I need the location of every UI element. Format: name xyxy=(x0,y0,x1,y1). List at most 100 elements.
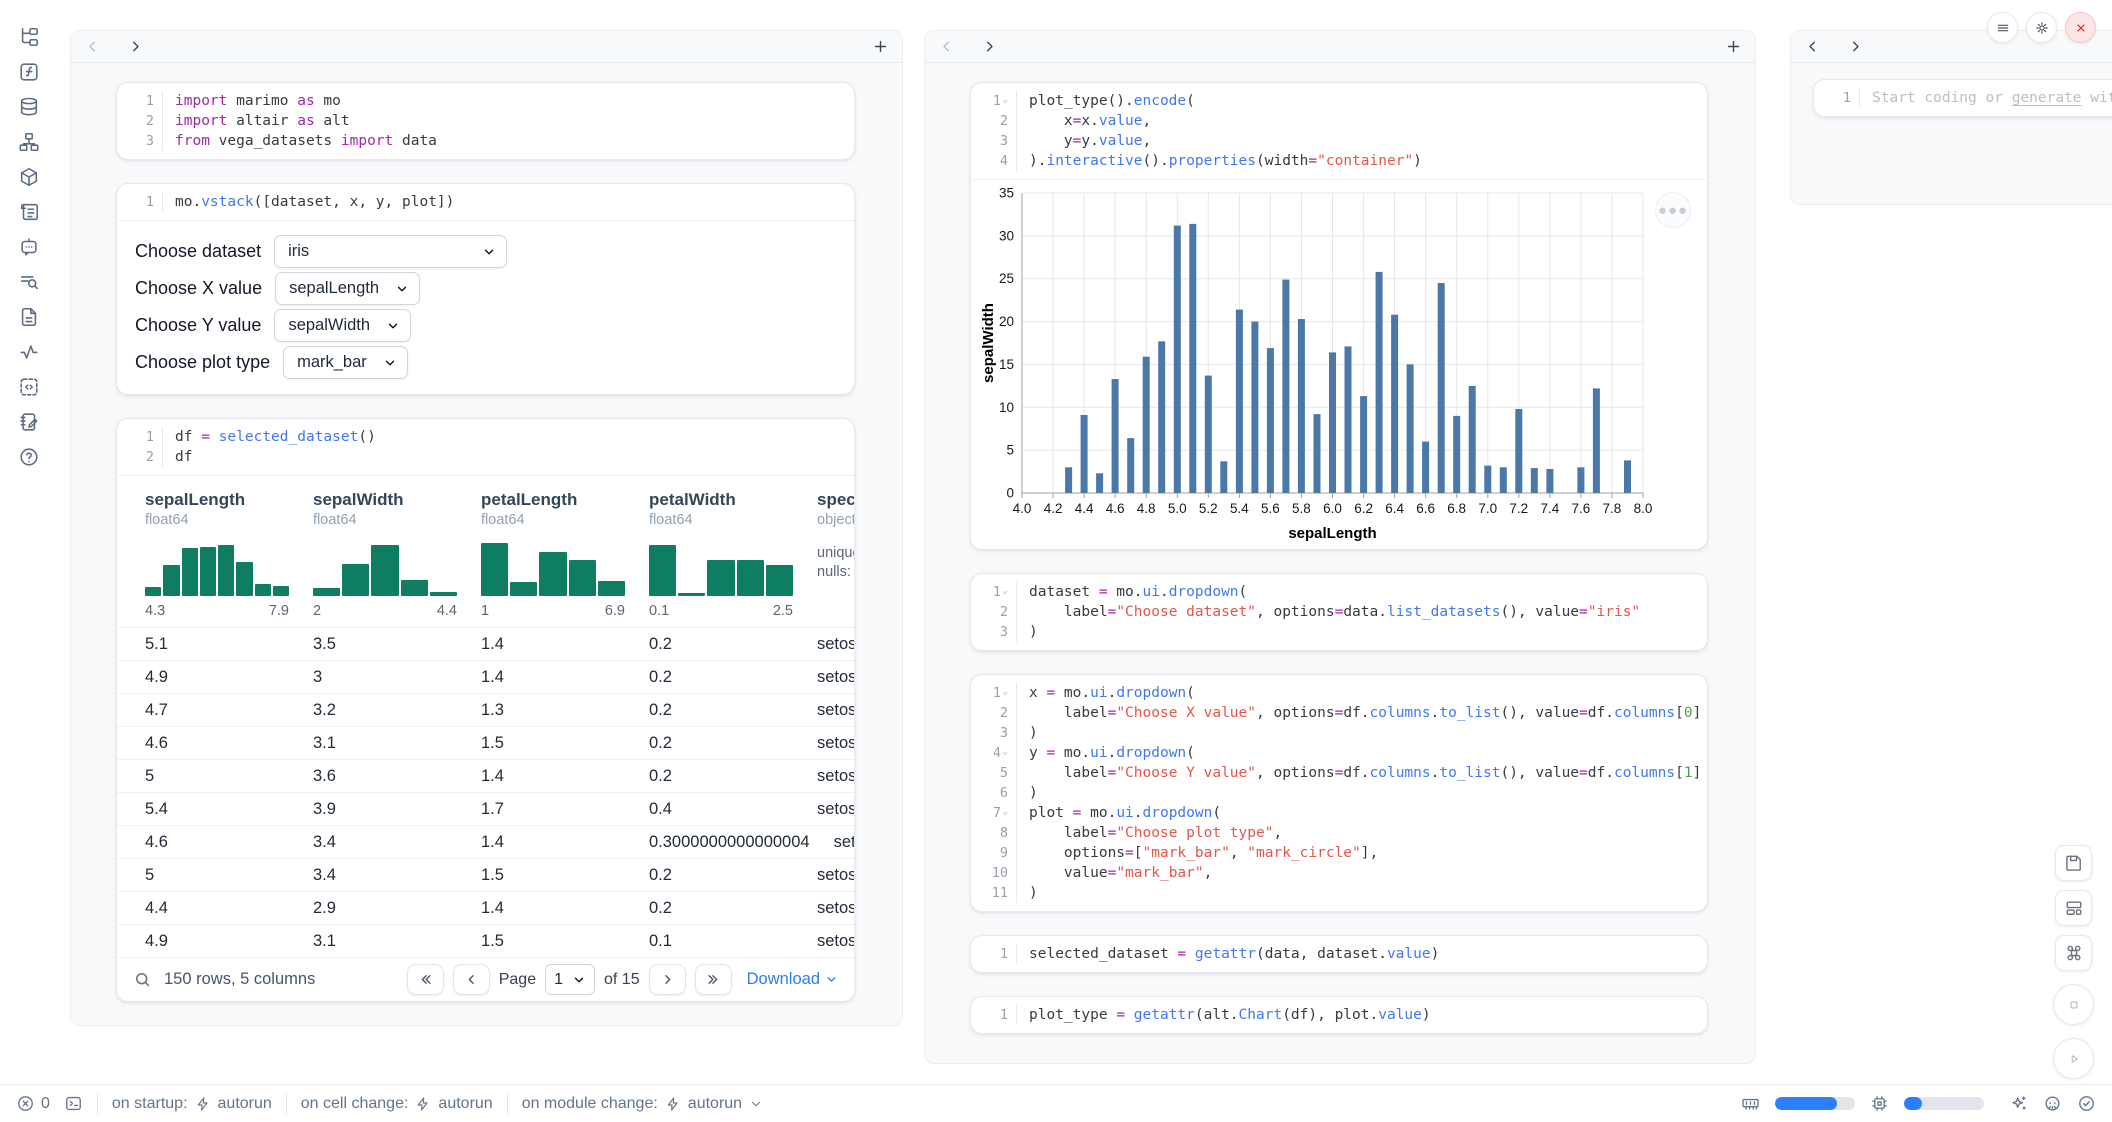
table-row[interactable]: 4.73.21.30.2setosa xyxy=(117,693,854,726)
chevron-left-icon[interactable] xyxy=(84,38,101,55)
packages-icon[interactable] xyxy=(15,164,43,190)
table-row[interactable]: 5.13.51.40.2setosa xyxy=(117,627,854,660)
save-icon[interactable] xyxy=(2055,845,2092,881)
help-icon[interactable] xyxy=(15,444,43,470)
add-cell-button[interactable] xyxy=(872,38,889,55)
add-cell-button[interactable] xyxy=(1725,38,1742,55)
table-row[interactable]: 4.931.40.2setosa xyxy=(117,660,854,693)
snippets-icon[interactable] xyxy=(15,374,43,400)
documentation-icon[interactable] xyxy=(15,304,43,330)
runtime-setting[interactable]: on module change:autorun xyxy=(522,1095,763,1113)
errors-badge[interactable]: 0 xyxy=(16,1094,50,1113)
cell-selected-dataset[interactable]: 1selected_dataset = getattr(data, datase… xyxy=(970,935,1708,973)
table-row[interactable]: 53.61.40.2setosa xyxy=(117,759,854,792)
fold-icon[interactable]: ⌄ xyxy=(1002,742,1008,762)
table-column-header[interactable]: sepalWidthfloat6424.4 xyxy=(301,490,469,619)
shutdown-icon[interactable] xyxy=(2065,12,2096,43)
code-line: 4⌄y = mo.ui.dropdown( xyxy=(971,743,1707,763)
table-row[interactable]: 4.42.91.40.2setosa xyxy=(117,891,854,924)
datasources-icon[interactable] xyxy=(15,94,43,120)
chevron-right-icon[interactable] xyxy=(127,38,144,55)
generate-link[interactable]: generate xyxy=(2012,90,2082,106)
ram-meter[interactable] xyxy=(1775,1097,1855,1110)
ram-meter-fill xyxy=(1775,1097,1837,1110)
svg-text:sepalLength: sepalLength xyxy=(1288,525,1376,542)
runtime-setting[interactable]: on cell change:autorun xyxy=(301,1095,493,1113)
svg-text:0: 0 xyxy=(1006,486,1014,501)
cell-dataframe[interactable]: 1df = selected_dataset()2df sepalLengthf… xyxy=(116,418,855,1002)
chevron-right-icon[interactable] xyxy=(981,38,998,55)
scratchpad-input[interactable]: Start coding or generate with AI xyxy=(1860,88,2112,108)
cell-xy-plot-dropdowns[interactable]: 1⌄x = mo.ui.dropdown(2 label="Choose X v… xyxy=(970,674,1708,912)
dependency-graph-icon[interactable] xyxy=(15,129,43,155)
cpu-meter[interactable] xyxy=(1904,1097,1984,1110)
code-editor[interactable]: 1df = selected_dataset()2df xyxy=(117,419,854,475)
dropdown-select-3[interactable]: mark_bar xyxy=(283,346,408,379)
scratchpad-icon[interactable] xyxy=(15,409,43,435)
column-minmax: 16.9 xyxy=(481,603,625,619)
cell-plot[interactable]: 1⌄plot_type().encode(2 x=x.value,3 y=y.v… xyxy=(970,82,1708,550)
check-circle-icon[interactable] xyxy=(2077,1094,2096,1113)
fold-icon[interactable]: ⌄ xyxy=(1002,581,1008,601)
logs-icon[interactable] xyxy=(15,199,43,225)
tracing-icon[interactable] xyxy=(15,339,43,365)
table-column-header[interactable]: speciesobjectunique:nulls: xyxy=(805,490,855,619)
line-number: 11 xyxy=(971,883,1017,903)
assistant-icon[interactable] xyxy=(2043,1094,2062,1113)
code-editor[interactable]: 1import marimo as mo2import altair as al… xyxy=(117,83,854,159)
next-page-button[interactable] xyxy=(649,964,686,995)
stop-icon[interactable] xyxy=(2053,984,2094,1025)
first-page-button[interactable] xyxy=(407,964,444,995)
table-row[interactable]: 5.43.91.70.4setosa xyxy=(117,792,854,825)
variables-icon[interactable] xyxy=(15,269,43,295)
chevron-left-icon[interactable] xyxy=(1804,38,1821,55)
page-select[interactable]: 1 xyxy=(545,964,595,995)
ai-chat-icon[interactable] xyxy=(15,234,43,260)
cell-imports[interactable]: 1import marimo as mo2import altair as al… xyxy=(116,82,855,160)
fold-icon[interactable]: ⌄ xyxy=(1002,682,1008,702)
file-explorer-icon[interactable] xyxy=(15,24,43,50)
dropdown-select-1[interactable]: sepalLength xyxy=(275,272,420,305)
table-row[interactable]: 4.93.11.50.1setosa xyxy=(117,924,854,957)
chart-svg[interactable]: 4.04.24.44.64.85.05.25.45.65.86.06.26.46… xyxy=(971,180,1708,550)
table-row[interactable]: 4.63.41.40.3000000000000004setosa xyxy=(117,825,854,858)
cell-plot-type[interactable]: 1plot_type = getattr(alt.Chart(df), plot… xyxy=(970,996,1708,1034)
chevron-left-icon[interactable] xyxy=(938,38,955,55)
download-button[interactable]: Download xyxy=(747,970,838,989)
table-column-header[interactable]: petalWidthfloat640.12.5 xyxy=(637,490,805,619)
code-editor[interactable]: 1selected_dataset = getattr(data, datase… xyxy=(971,936,1707,972)
prev-page-button[interactable] xyxy=(453,964,490,995)
scratchpad-cell[interactable]: 1 Start coding or generate with AI xyxy=(1813,79,2112,117)
search-icon[interactable] xyxy=(133,970,152,989)
sparkles-icon[interactable] xyxy=(2009,1094,2028,1113)
cell-vstack[interactable]: 1mo.vstack([dataset, x, y, plot]) Choose… xyxy=(116,183,855,395)
table-row[interactable]: 4.63.11.50.2setosa xyxy=(117,726,854,759)
code-editor[interactable]: 1mo.vstack([dataset, x, y, plot]) xyxy=(117,184,854,220)
table-column-header[interactable]: sepalLengthfloat644.37.9 xyxy=(133,490,301,619)
table-column-header[interactable]: petalLengthfloat6416.9 xyxy=(469,490,637,619)
functions-icon[interactable] xyxy=(15,59,43,85)
fold-icon[interactable]: ⌄ xyxy=(1002,90,1008,110)
code-editor[interactable]: 1⌄x = mo.ui.dropdown(2 label="Choose X v… xyxy=(971,675,1707,911)
cell-dataset-dropdown[interactable]: 1⌄dataset = mo.ui.dropdown(2 label="Choo… xyxy=(970,573,1708,651)
fold-icon[interactable]: ⌄ xyxy=(1002,802,1008,822)
chevron-right-icon[interactable] xyxy=(1847,38,1864,55)
layout-icon[interactable] xyxy=(2055,890,2092,926)
menu-icon[interactable] xyxy=(1987,12,2018,43)
terminal-icon[interactable] xyxy=(64,1094,83,1113)
runtime-setting[interactable]: on startup:autorun xyxy=(112,1095,272,1113)
code-editor[interactable]: 1⌄dataset = mo.ui.dropdown(2 label="Choo… xyxy=(971,574,1707,650)
chart-menu-button[interactable]: ●●● xyxy=(1655,192,1691,228)
last-page-button[interactable] xyxy=(695,964,732,995)
code-editor[interactable]: 1⌄plot_type().encode(2 x=x.value,3 y=y.v… xyxy=(971,83,1707,179)
dropdown-select-2[interactable]: sepalWidth xyxy=(274,309,411,342)
table-row[interactable]: 53.41.50.2setosa xyxy=(117,858,854,891)
command-icon[interactable] xyxy=(2055,935,2092,971)
gear-icon[interactable] xyxy=(2026,12,2057,43)
code-editor[interactable]: 1plot_type = getattr(alt.Chart(df), plot… xyxy=(971,997,1707,1033)
run-icon[interactable] xyxy=(2053,1038,2094,1079)
notebook-column-2: 1⌄plot_type().encode(2 x=x.value,3 y=y.v… xyxy=(924,30,1756,1064)
line-number: 1⌄ xyxy=(971,582,1017,602)
column-minmax: 24.4 xyxy=(313,603,457,619)
dropdown-select-0[interactable]: iris xyxy=(274,235,507,268)
